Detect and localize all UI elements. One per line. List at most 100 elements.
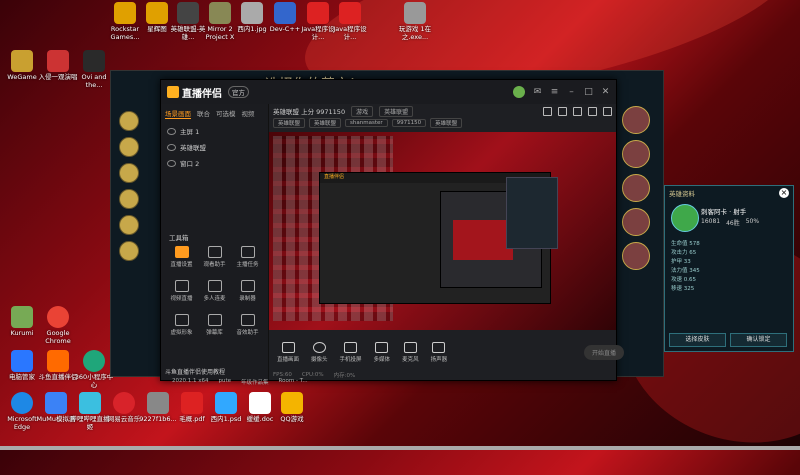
scene-item[interactable]: 窗口 2 [161, 155, 268, 171]
app-icon [45, 392, 67, 414]
tool-item[interactable]: 主播任务 [231, 246, 264, 268]
tag-chip[interactable]: shanmaster [345, 119, 388, 127]
close-icon[interactable]: × [779, 188, 789, 198]
eye-icon[interactable] [167, 127, 176, 135]
source-button[interactable]: 扬声器 [431, 341, 447, 363]
source-button[interactable]: 手机投屏 [340, 341, 362, 363]
tag-chip[interactable]: 英雄联盟 [430, 118, 463, 128]
desktop-icon[interactable]: Google Chrome [38, 306, 78, 345]
game-chip[interactable]: 英雄联盟 [379, 105, 414, 117]
mic-icon [403, 341, 417, 353]
menu-icon[interactable]: ≡ [550, 87, 559, 97]
tab-scene[interactable]: 场景画面 [165, 108, 191, 119]
tag-chip[interactable]: 英雄联盟 [273, 118, 306, 128]
tab-optional[interactable]: 可选模 [216, 108, 236, 119]
app-icon [177, 2, 199, 24]
tag-chip[interactable]: 9971150 [391, 119, 427, 127]
pdf-icon [181, 392, 203, 414]
tool-item[interactable]: 录制器 [231, 280, 264, 302]
desktop-left-column: WeGame 入侵一观演唱 Ovi and the... Kurumi Goog… [0, 0, 120, 450]
lock-in-button[interactable]: 确认锁定 [730, 333, 787, 347]
maximize-icon[interactable]: □ [584, 87, 593, 97]
champion-portrait [622, 174, 650, 202]
source-button[interactable]: 直播画面 [277, 341, 299, 363]
tool-item[interactable]: 音效助手 [231, 314, 264, 336]
tool-item[interactable]: 视频直播 [165, 280, 198, 302]
room-icons [543, 106, 612, 116]
tab-video[interactable]: 视频 [242, 108, 255, 119]
avatar[interactable] [513, 86, 525, 98]
app-icon [83, 50, 105, 72]
tutorial-link[interactable]: 斗鱼直播伴侣使用教程 [165, 367, 225, 376]
logo-icon [167, 86, 179, 98]
eye-icon[interactable] [167, 143, 176, 151]
desktop-icon[interactable]: Java程序设计... [330, 2, 370, 41]
champion-portrait [622, 208, 650, 236]
app-titlebar: 直播伴侣 官方 ✉ ≡ – □ ✕ [161, 80, 616, 104]
tool-item[interactable]: 虚拟形象 [165, 314, 198, 336]
select-skin-button[interactable]: 选择皮肤 [669, 333, 726, 347]
desktop-icon[interactable]: 斗鱼直播伴侣 [38, 350, 78, 381]
go-live-button[interactable]: 开始直播 [583, 344, 624, 360]
source-bar: 直播画面 摄像头 手机投屏 多媒体 麦克风 扬声器 开始直播 [269, 336, 632, 368]
share-icon[interactable] [543, 106, 552, 116]
desktop-icon[interactable]: 360小程序中心 [74, 350, 114, 389]
champion-icon[interactable] [119, 137, 139, 157]
app-icon [47, 350, 69, 372]
hero-portrait [671, 204, 699, 232]
champion-icon[interactable] [119, 163, 139, 183]
tool-item[interactable]: 直播设置 [165, 246, 198, 268]
source-button[interactable]: 摄像头 [311, 341, 328, 363]
desktop-icon[interactable]: QQ游戏 [272, 392, 312, 423]
champion-icon[interactable] [119, 215, 139, 235]
music-icon [113, 392, 135, 414]
app-logo: 直播伴侣 [167, 85, 222, 100]
lock-icon[interactable] [558, 106, 567, 116]
desktop-icon[interactable]: 电脑管家 [2, 350, 42, 381]
champion-icon[interactable] [119, 241, 139, 261]
status-bar: FPS:60 CPU:0% 内存:0% [273, 372, 356, 379]
tab-joint[interactable]: 联合 [197, 108, 210, 119]
desktop-icon[interactable]: WeGame [2, 50, 42, 81]
app-icon [11, 50, 33, 72]
champion-portrait [622, 140, 650, 168]
gift-icon[interactable] [573, 106, 582, 116]
champion-icon[interactable] [119, 189, 139, 209]
bell-icon[interactable] [588, 106, 597, 116]
desktop-bottom-row: Microsoft Edge MuMu模拟器 哔哩哔哩直播姬 网易云音乐 922… [0, 390, 310, 440]
hero-name: 刺客阿卡 · 射手 [701, 208, 747, 216]
mail-icon[interactable]: ✉ [533, 87, 542, 97]
toolbox-title: 工具箱 [169, 234, 189, 242]
file-icon [147, 392, 169, 414]
phone-icon [344, 341, 358, 353]
app-icon [146, 2, 168, 24]
app-icon [404, 2, 426, 24]
source-button[interactable]: 多媒体 [374, 341, 390, 363]
desktop-icon[interactable]: 玩游戏 1在之.exe... [395, 2, 435, 41]
tool-item[interactable]: 多人连麦 [198, 280, 231, 302]
champion-portrait [622, 106, 650, 134]
desktop-icon[interactable]: Ovi and the... [74, 50, 114, 89]
tool-item[interactable]: 弹幕库 [198, 314, 231, 336]
tag-chip[interactable]: 英雄联盟 [309, 118, 342, 128]
champion-icon[interactable] [119, 111, 139, 131]
multi-user-icon [207, 280, 222, 292]
version-badge[interactable]: 官方 [228, 86, 249, 98]
close-icon[interactable]: ✕ [601, 87, 610, 97]
scene-item[interactable]: 英雄联盟 [161, 139, 268, 155]
more-icon[interactable] [603, 106, 612, 116]
scene-item[interactable]: 主屏 1 [161, 123, 268, 139]
eye-icon[interactable] [167, 159, 176, 167]
minimize-icon[interactable]: – [567, 87, 576, 97]
app-icon [11, 306, 33, 328]
tool-item[interactable]: 观看助手 [198, 246, 231, 268]
record-icon [240, 280, 255, 292]
source-button[interactable]: 麦克风 [402, 341, 419, 363]
media-icon [375, 341, 389, 353]
stream-preview[interactable]: 直播伴侣 [269, 132, 616, 330]
toolbox-grid: 直播设置 观看助手 主播任务 视频直播 多人连麦 录制器 虚拟形象 弹幕库 音效… [165, 246, 265, 336]
desktop-icon[interactable]: Kurumi [2, 306, 42, 337]
category-chip[interactable]: 游戏 [351, 105, 374, 117]
desktop-icon[interactable]: 入侵一观演唱 [38, 50, 78, 81]
hero-stats: 16081 46胜 50% [701, 218, 760, 227]
